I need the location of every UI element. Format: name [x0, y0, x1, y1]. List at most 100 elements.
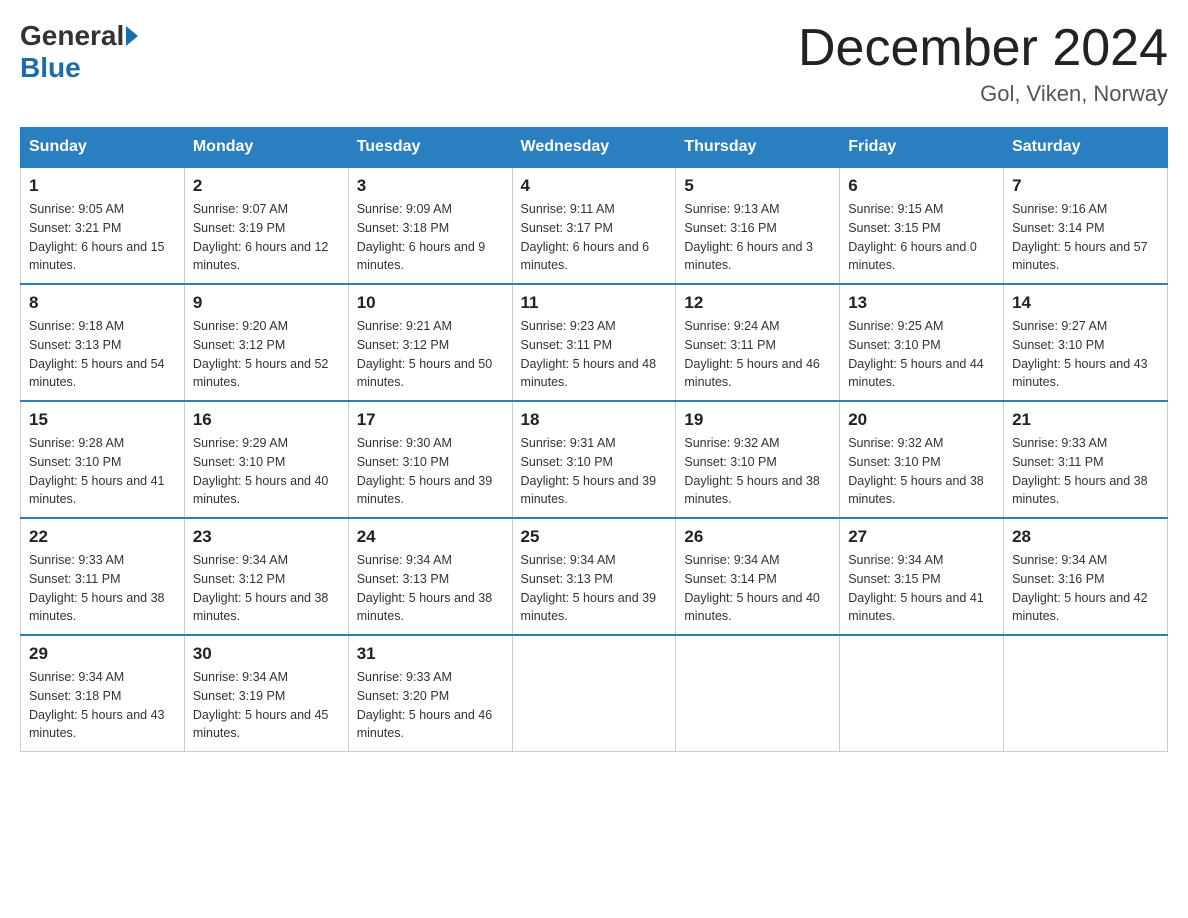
day-number: 22	[29, 527, 176, 547]
page-header: General Blue December 2024 Gol, Viken, N…	[20, 20, 1168, 107]
day-info: Sunrise: 9:32 AMSunset: 3:10 PMDaylight:…	[848, 434, 995, 509]
day-number: 27	[848, 527, 995, 547]
calendar-cell: 6Sunrise: 9:15 AMSunset: 3:15 PMDaylight…	[840, 167, 1004, 284]
calendar-cell: 9 Sunrise: 9:20 AMSunset: 3:12 PMDaylight…	[184, 284, 348, 401]
day-info: Sunrise: 9:28 AMSunset: 3:10 PMDaylight:…	[29, 434, 176, 509]
day-info: Sunrise: 9:25 AMSunset: 3:10 PMDaylight:…	[848, 317, 995, 392]
title-block: December 2024 Gol, Viken, Norway	[798, 20, 1168, 107]
day-info: Sunrise: 9:34 AMSunset: 3:14 PMDaylight:…	[684, 551, 831, 626]
day-number: 26	[684, 527, 831, 547]
day-number: 7	[1012, 176, 1159, 196]
day-number: 16	[193, 410, 340, 430]
day-info: Sunrise: 9:29 AMSunset: 3:10 PMDaylight:…	[193, 434, 340, 509]
day-number: 31	[357, 644, 504, 664]
calendar-cell: 1 Sunrise: 9:05 AMSunset: 3:21 PMDaylight…	[21, 167, 185, 284]
day-info: Sunrise: 9:34 AMSunset: 3:18 PMDaylight:…	[29, 668, 176, 743]
day-number: 12	[684, 293, 831, 313]
day-number: 10	[357, 293, 504, 313]
day-info: Sunrise: 9:18 AMSunset: 3:13 PMDaylight:…	[29, 317, 176, 392]
day-info: Sunrise: 9:34 AMSunset: 3:13 PMDaylight:…	[521, 551, 668, 626]
day-number: 9	[193, 293, 340, 313]
calendar-cell: 31 Sunrise: 9:33 AMSunset: 3:20 PMDayligh…	[348, 635, 512, 752]
calendar-cell: 19 Sunrise: 9:32 AMSunset: 3:10 PMDayligh…	[676, 401, 840, 518]
day-number: 2	[193, 176, 340, 196]
calendar-cell: 11Sunrise: 9:23 AMSunset: 3:11 PMDayligh…	[512, 284, 676, 401]
day-info: Sunrise: 9:34 AMSunset: 3:12 PMDaylight:…	[193, 551, 340, 626]
day-number: 6	[848, 176, 995, 196]
calendar-cell: 7Sunrise: 9:16 AMSunset: 3:14 PMDaylight…	[1004, 167, 1168, 284]
calendar-cell: 30 Sunrise: 9:34 AMSunset: 3:19 PMDayligh…	[184, 635, 348, 752]
day-info: Sunrise: 9:34 AMSunset: 3:15 PMDaylight:…	[848, 551, 995, 626]
calendar-cell: 13 Sunrise: 9:25 AMSunset: 3:10 PMDayligh…	[840, 284, 1004, 401]
day-info: Sunrise: 9:05 AMSunset: 3:21 PMDaylight:…	[29, 200, 176, 275]
col-monday: Monday	[184, 128, 348, 168]
col-thursday: Thursday	[676, 128, 840, 168]
day-info: Sunrise: 9:34 AMSunset: 3:13 PMDaylight:…	[357, 551, 504, 626]
day-number: 14	[1012, 293, 1159, 313]
location: Gol, Viken, Norway	[798, 81, 1168, 107]
day-number: 11	[521, 293, 668, 313]
calendar-cell: 17 Sunrise: 9:30 AMSunset: 3:10 PMDayligh…	[348, 401, 512, 518]
day-number: 20	[848, 410, 995, 430]
logo-general-text: General	[20, 20, 124, 52]
calendar-cell: 5 Sunrise: 9:13 AMSunset: 3:16 PMDaylight…	[676, 167, 840, 284]
day-number: 13	[848, 293, 995, 313]
day-number: 23	[193, 527, 340, 547]
day-number: 5	[684, 176, 831, 196]
week-row-4: 22Sunrise: 9:33 AMSunset: 3:11 PMDayligh…	[21, 518, 1168, 635]
calendar-cell: 29 Sunrise: 9:34 AMSunset: 3:18 PMDayligh…	[21, 635, 185, 752]
logo-arrow-icon	[126, 26, 138, 46]
calendar-cell: 25 Sunrise: 9:34 AMSunset: 3:13 PMDayligh…	[512, 518, 676, 635]
day-number: 3	[357, 176, 504, 196]
calendar-cell: 8 Sunrise: 9:18 AMSunset: 3:13 PMDaylight…	[21, 284, 185, 401]
col-friday: Friday	[840, 128, 1004, 168]
calendar-cell	[512, 635, 676, 752]
calendar-cell: 26 Sunrise: 9:34 AMSunset: 3:14 PMDayligh…	[676, 518, 840, 635]
calendar-cell: 14 Sunrise: 9:27 AMSunset: 3:10 PMDayligh…	[1004, 284, 1168, 401]
calendar-cell	[840, 635, 1004, 752]
calendar-cell: 23 Sunrise: 9:34 AMSunset: 3:12 PMDayligh…	[184, 518, 348, 635]
week-row-2: 8 Sunrise: 9:18 AMSunset: 3:13 PMDaylight…	[21, 284, 1168, 401]
month-title: December 2024	[798, 20, 1168, 77]
calendar-cell: 28Sunrise: 9:34 AMSunset: 3:16 PMDayligh…	[1004, 518, 1168, 635]
calendar-cell	[676, 635, 840, 752]
day-info: Sunrise: 9:13 AMSunset: 3:16 PMDaylight:…	[684, 200, 831, 275]
day-number: 25	[521, 527, 668, 547]
day-info: Sunrise: 9:11 AMSunset: 3:17 PMDaylight:…	[521, 200, 668, 275]
week-row-1: 1 Sunrise: 9:05 AMSunset: 3:21 PMDaylight…	[21, 167, 1168, 284]
calendar-header-row: Sunday Monday Tuesday Wednesday Thursday…	[21, 128, 1168, 168]
day-number: 15	[29, 410, 176, 430]
day-info: Sunrise: 9:30 AMSunset: 3:10 PMDaylight:…	[357, 434, 504, 509]
day-number: 28	[1012, 527, 1159, 547]
calendar-cell: 24Sunrise: 9:34 AMSunset: 3:13 PMDayligh…	[348, 518, 512, 635]
calendar-cell: 15 Sunrise: 9:28 AMSunset: 3:10 PMDayligh…	[21, 401, 185, 518]
day-info: Sunrise: 9:32 AMSunset: 3:10 PMDaylight:…	[684, 434, 831, 509]
col-tuesday: Tuesday	[348, 128, 512, 168]
day-number: 29	[29, 644, 176, 664]
day-number: 1	[29, 176, 176, 196]
col-wednesday: Wednesday	[512, 128, 676, 168]
calendar-cell	[1004, 635, 1168, 752]
day-info: Sunrise: 9:09 AMSunset: 3:18 PMDaylight:…	[357, 200, 504, 275]
calendar-cell: 21Sunrise: 9:33 AMSunset: 3:11 PMDayligh…	[1004, 401, 1168, 518]
week-row-5: 29 Sunrise: 9:34 AMSunset: 3:18 PMDayligh…	[21, 635, 1168, 752]
day-info: Sunrise: 9:20 AMSunset: 3:12 PMDaylight:…	[193, 317, 340, 392]
day-info: Sunrise: 9:33 AMSunset: 3:20 PMDaylight:…	[357, 668, 504, 743]
calendar-cell: 3 Sunrise: 9:09 AMSunset: 3:18 PMDaylight…	[348, 167, 512, 284]
logo: General Blue	[20, 20, 140, 84]
day-number: 19	[684, 410, 831, 430]
calendar-cell: 27 Sunrise: 9:34 AMSunset: 3:15 PMDayligh…	[840, 518, 1004, 635]
day-info: Sunrise: 9:27 AMSunset: 3:10 PMDaylight:…	[1012, 317, 1159, 392]
day-info: Sunrise: 9:34 AMSunset: 3:19 PMDaylight:…	[193, 668, 340, 743]
day-info: Sunrise: 9:33 AMSunset: 3:11 PMDaylight:…	[1012, 434, 1159, 509]
day-number: 17	[357, 410, 504, 430]
day-number: 30	[193, 644, 340, 664]
day-info: Sunrise: 9:24 AMSunset: 3:11 PMDaylight:…	[684, 317, 831, 392]
calendar-cell: 12 Sunrise: 9:24 AMSunset: 3:11 PMDayligh…	[676, 284, 840, 401]
day-info: Sunrise: 9:21 AMSunset: 3:12 PMDaylight:…	[357, 317, 504, 392]
day-info: Sunrise: 9:07 AMSunset: 3:19 PMDaylight:…	[193, 200, 340, 275]
day-number: 8	[29, 293, 176, 313]
col-sunday: Sunday	[21, 128, 185, 168]
week-row-3: 15 Sunrise: 9:28 AMSunset: 3:10 PMDayligh…	[21, 401, 1168, 518]
calendar-cell: 16 Sunrise: 9:29 AMSunset: 3:10 PMDayligh…	[184, 401, 348, 518]
